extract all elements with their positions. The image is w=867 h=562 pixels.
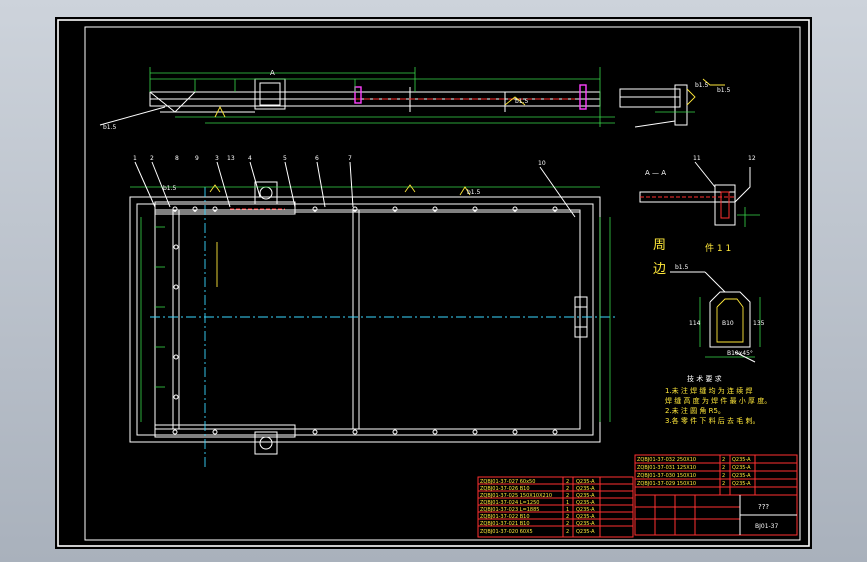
main-plan-view: [129, 161, 615, 467]
tech-req-line: 1.未 注 焊 缝 均 为 连 续 焊: [665, 386, 752, 395]
callout-number: 7: [348, 155, 352, 162]
parts-list-left: ZQBJ01-37-027 60x50 2 Q235-A ZQBJ01-37-0…: [480, 479, 595, 535]
part-code: ZQBJ01-37-030 150X10: [637, 473, 696, 479]
weld-symbol: b1.5: [717, 87, 731, 94]
part-code: ZQBJ01-37-021 B10: [480, 521, 530, 527]
part-qty: 1: [566, 507, 569, 513]
weld-symbols: b1.5 b1.5 b1.5 b1.5 b1.5: [103, 87, 731, 196]
cad-drawing: b1.5 A A — A 1 2 3 4 5 6 7 8 9 10 11 12 …: [57, 19, 810, 547]
part-code: ZQBJ01-37-025 150X10X210: [480, 493, 552, 499]
part-qty: 2: [566, 486, 569, 492]
edge-note-char-1: 周: [653, 238, 666, 253]
edge-dim-width: B10: [722, 320, 734, 327]
part-code: ZQBJ01-37-032 250X10: [637, 457, 696, 463]
edge-dim-height: 114: [689, 320, 701, 327]
part-qty: 2: [566, 521, 569, 527]
part-material: Q235-A: [732, 457, 751, 463]
edge-dim-side: 135: [753, 320, 765, 327]
tech-req-line: 焊 缝 高 度 为 焊 件 最 小 厚 度。: [665, 396, 771, 405]
part-qty: 2: [566, 493, 569, 499]
callout-number: 9: [195, 155, 199, 162]
part-qty: 2: [722, 473, 725, 479]
callout-number: 6: [315, 155, 319, 162]
part-qty: 2: [722, 465, 725, 471]
edge-note-part-label: 件 1 1: [705, 242, 731, 254]
technical-requirements: 技 术 要 求 1.未 注 焊 缝 均 为 连 续 焊 焊 缝 高 度 为 焊 …: [665, 374, 771, 425]
callout-number: 13: [227, 155, 235, 162]
part-code: ZQBJ01-37-020 60X5: [480, 529, 533, 535]
part-material: Q235-A: [576, 500, 595, 506]
drawing-name: ???: [758, 503, 769, 511]
part-qty: 2: [722, 481, 725, 487]
top-profile-view: [99, 67, 615, 127]
part-qty: 2: [566, 479, 569, 485]
weld-symbol: b1.5: [163, 185, 177, 192]
edge-detail-view: [670, 271, 761, 363]
callout-number: 8: [175, 155, 179, 162]
part-material: Q235-A: [576, 507, 595, 513]
part-material: Q235-A: [732, 481, 751, 487]
part-code: ZQBJ01-37-031 125X10: [637, 465, 696, 471]
part-material: Q235-A: [576, 479, 595, 485]
part-material: Q235-A: [576, 514, 595, 520]
drawing-number: BJ01-37: [755, 523, 779, 530]
part-material: Q235-A: [732, 473, 751, 479]
callout-number: 4: [248, 155, 252, 162]
part-material: Q235-A: [576, 521, 595, 527]
detail-a-marker: A: [270, 69, 275, 77]
part-qty: 2: [722, 457, 725, 463]
part-code: ZQBJ01-37-024 L=1250: [480, 500, 539, 506]
edge-note-weld: b1.5: [675, 264, 689, 271]
callout-numbers: 1 2 3 4 5 6 7 8 9 10 11 12 13: [133, 155, 756, 167]
part-material: Q235-A: [576, 486, 595, 492]
tech-req-line: 2.未 注 圆 角 R5。: [665, 406, 725, 415]
part-material: Q235-A: [576, 493, 595, 499]
tech-req-title: 技 术 要 求: [687, 374, 722, 383]
part-material: Q235-A: [576, 529, 595, 535]
part-qty: 1: [566, 500, 569, 506]
part-code: ZQBJ01-37-027 60x50: [480, 479, 535, 485]
part-code: ZQBJ01-37-023 L=1885: [480, 507, 539, 513]
callout-number: 1: [133, 155, 137, 162]
section-aa-label: A — A: [645, 169, 666, 177]
part-code: ZQBJ01-37-026 B10: [480, 486, 530, 492]
cad-viewport[interactable]: b1.5 A A — A 1 2 3 4 5 6 7 8 9 10 11 12 …: [55, 17, 812, 549]
edge-note-char-2: 边: [653, 262, 666, 277]
svg-text:b1.5: b1.5: [695, 82, 709, 89]
weld-symbol: b1.5: [515, 98, 529, 105]
callout-number: 3: [215, 155, 219, 162]
detail-a-view: b1.5: [619, 78, 725, 128]
callout-number: 11: [693, 155, 701, 162]
callout-number: 5: [283, 155, 287, 162]
part-qty: 2: [566, 514, 569, 520]
part-material: Q235-A: [732, 465, 751, 471]
part-code: ZQBJ01-37-029 150X10: [637, 481, 696, 487]
part-qty: 2: [566, 529, 569, 535]
part-code: ZQBJ01-37-022 B10: [480, 514, 530, 520]
callout-number: 12: [748, 155, 756, 162]
tech-req-line: 3.各 零 件 下 料 后 去 毛 刺。: [665, 416, 759, 425]
callout-number: 2: [150, 155, 154, 162]
weld-symbol: b1.5: [103, 124, 117, 131]
weld-symbol: b1.5: [467, 189, 481, 196]
edge-dim-chamfer: B10x45°: [727, 350, 753, 357]
parts-list-right: ZQBJ01-37-032 250X10 2 Q235-A ZQBJ01-37-…: [637, 457, 751, 487]
callout-number: 10: [538, 160, 546, 167]
